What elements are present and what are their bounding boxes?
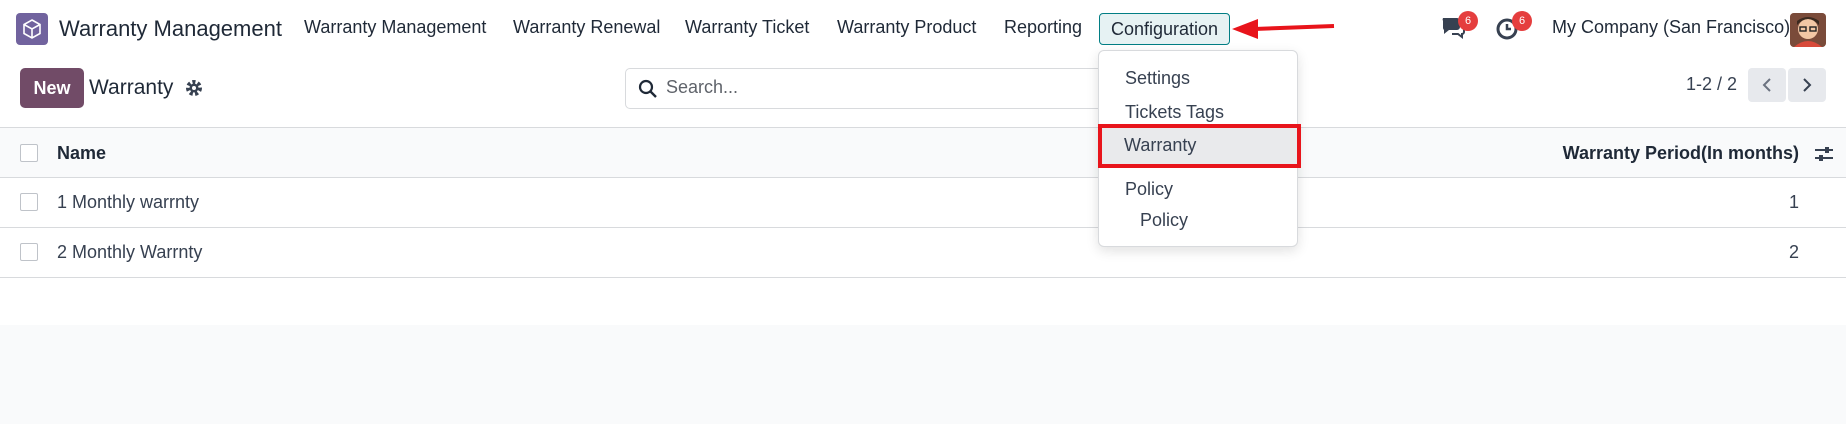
messages-badge: 6	[1458, 11, 1478, 31]
messages-icon[interactable]: 6	[1440, 11, 1478, 43]
optional-columns-icon[interactable]	[1814, 144, 1834, 164]
menu-warranty-renewal[interactable]: Warranty Renewal	[513, 17, 660, 38]
empty-row	[0, 374, 1846, 424]
table-header: Name Warranty Period(In months)	[0, 127, 1846, 178]
dropdown-section-policy: Policy	[1125, 179, 1174, 199]
control-panel: New Warranty 1-2 / 2	[0, 57, 1846, 127]
row-checkbox[interactable]	[20, 193, 38, 211]
select-all-checkbox[interactable]	[20, 144, 38, 162]
activities-badge: 6	[1512, 11, 1532, 31]
table-row[interactable]: 1 Monthly warrnty 1	[0, 178, 1846, 228]
cell-name: 1 Monthly warrnty	[57, 192, 200, 212]
top-navbar: Warranty Management Warranty Management …	[0, 0, 1846, 57]
company-switcher[interactable]: My Company (San Francisco)	[1552, 17, 1790, 38]
column-header-name[interactable]: Name	[57, 143, 106, 164]
column-header-warranty-period[interactable]: Warranty Period(In months)	[1563, 143, 1799, 164]
new-button[interactable]: New	[20, 68, 84, 108]
user-avatar[interactable]	[1790, 13, 1826, 47]
empty-row	[0, 278, 1846, 328]
row-checkbox[interactable]	[20, 243, 38, 261]
pager-previous-button[interactable]	[1748, 68, 1786, 102]
dropdown-item-warranty[interactable]: Warranty	[1098, 124, 1301, 168]
search-box[interactable]	[625, 68, 1105, 109]
menu-reporting[interactable]: Reporting	[1004, 17, 1082, 38]
menu-warranty-management[interactable]: Warranty Management	[304, 17, 486, 38]
annotation-arrow-icon	[1232, 19, 1335, 39]
empty-row	[0, 325, 1846, 375]
cell-period: 1	[1788, 192, 1799, 212]
activities-clock-icon[interactable]: 6	[1494, 11, 1532, 43]
cell-name: 2 Monthly Warrnty	[57, 242, 203, 262]
pager-value[interactable]: 1-2 / 2	[1686, 74, 1737, 95]
app-logo-icon[interactable]	[16, 13, 48, 45]
dropdown-item-settings[interactable]: Settings	[1125, 68, 1190, 89]
menu-configuration[interactable]: Configuration	[1099, 13, 1231, 45]
pager-next-button[interactable]	[1788, 68, 1826, 102]
menu-warranty-product[interactable]: Warranty Product	[837, 17, 976, 38]
dropdown-item-tickets-tags[interactable]: Tickets Tags	[1125, 102, 1224, 123]
cell-period: 2	[1788, 242, 1799, 262]
search-input[interactable]	[666, 77, 1066, 98]
chevron-right-icon	[1803, 78, 1812, 92]
dropdown-item-warranty-label: Warranty	[1124, 135, 1197, 155]
search-icon	[638, 79, 657, 98]
chevron-left-icon	[1762, 78, 1771, 92]
dropdown-item-policy[interactable]: Policy	[1140, 210, 1188, 231]
table-row[interactable]: 2 Monthly Warrnty 2	[0, 228, 1846, 278]
app-name[interactable]: Warranty Management	[59, 16, 282, 42]
gear-icon[interactable]	[184, 78, 204, 98]
breadcrumb: Warranty	[89, 76, 174, 99]
menu-warranty-ticket[interactable]: Warranty Ticket	[685, 17, 809, 38]
